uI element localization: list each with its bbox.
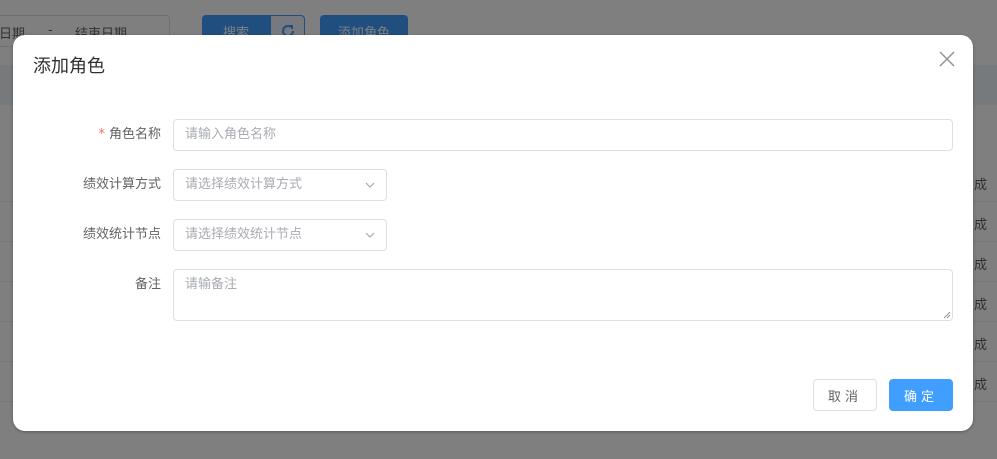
close-icon	[939, 51, 955, 67]
calc-method-select[interactable]: 请选择绩效计算方式	[173, 169, 387, 201]
role-name-input[interactable]: 请输入角色名称	[173, 119, 953, 151]
add-role-dialog: 添加角色 * 角色名称 请输入角色名称 绩效计算方式 请选择绩效计算方式 绩效统计…	[13, 35, 973, 431]
calc-method-label: 绩效计算方式	[82, 177, 161, 192]
required-mark: *	[98, 127, 105, 142]
confirm-button[interactable]: 确定	[889, 379, 953, 411]
role-name-label: * 角色名称	[98, 119, 161, 151]
stat-node-label: 绩效统计节点	[82, 227, 161, 242]
chevron-down-icon	[365, 182, 375, 188]
resize-grip-icon[interactable]	[943, 311, 951, 319]
dialog-title: 添加角色	[33, 56, 105, 77]
remark-textarea[interactable]: 请输备注	[173, 269, 953, 321]
remark-label: 备注	[134, 277, 161, 292]
remark-placeholder: 请输备注	[185, 277, 238, 292]
role-name-label-text: 角色名称	[108, 127, 161, 142]
calc-method-placeholder: 请选择绩效计算方式	[185, 177, 303, 192]
stat-node-select[interactable]: 请选择绩效统计节点	[173, 219, 387, 251]
close-button[interactable]	[937, 49, 957, 69]
role-name-placeholder: 请输入角色名称	[185, 127, 277, 142]
cancel-button[interactable]: 取消	[813, 379, 877, 411]
chevron-down-icon	[365, 232, 375, 238]
stat-node-placeholder: 请选择绩效统计节点	[185, 227, 303, 242]
